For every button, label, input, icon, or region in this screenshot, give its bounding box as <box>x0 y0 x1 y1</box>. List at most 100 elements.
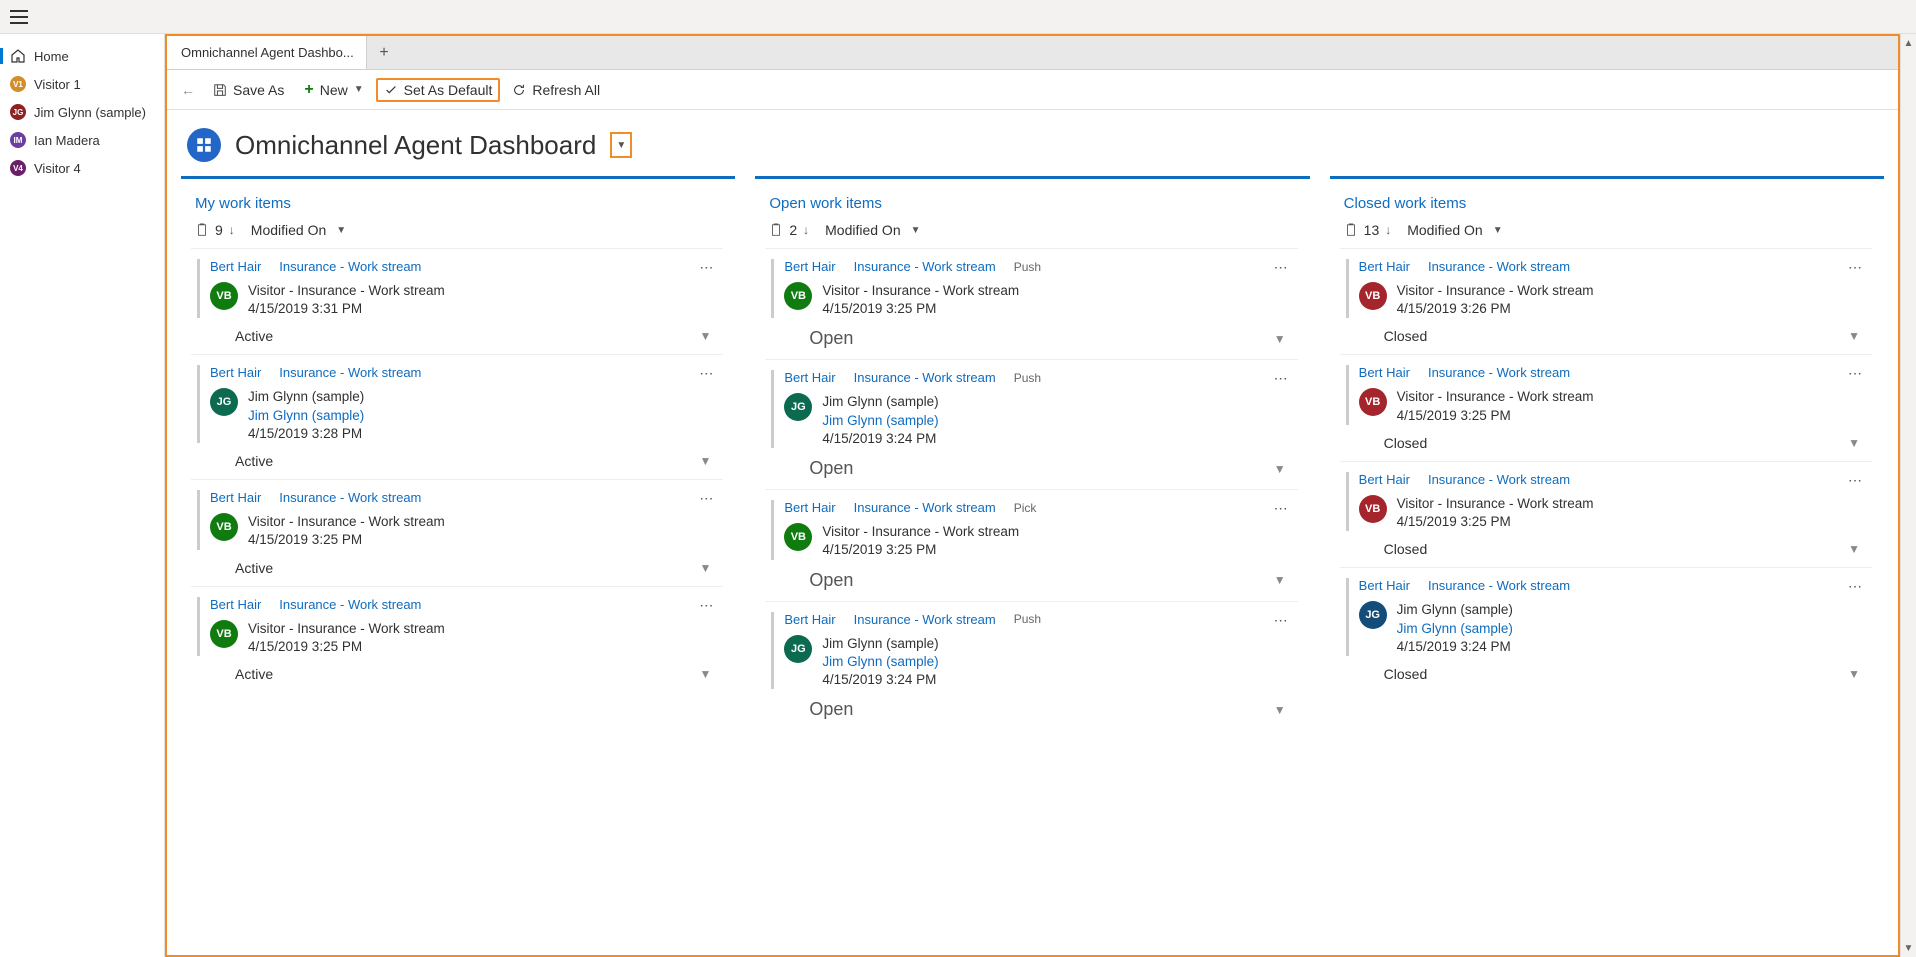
card-owner-link[interactable]: Bert Hair <box>784 259 835 274</box>
card-more-icon[interactable]: ⋯ <box>1274 259 1290 276</box>
card-owner-link[interactable]: Bert Hair <box>1359 259 1410 274</box>
nav-session[interactable]: V1Visitor 1 <box>0 70 164 98</box>
tab-dashboard[interactable]: Omnichannel Agent Dashbo... <box>167 36 367 69</box>
card-more-icon[interactable]: ⋯ <box>699 490 715 507</box>
arrow-down-icon: ↓ <box>1385 223 1391 237</box>
card-owner-link[interactable]: Bert Hair <box>210 597 261 612</box>
new-button[interactable]: + New ▼ <box>296 77 371 103</box>
card-contact-link[interactable]: Jim Glynn (sample) <box>248 407 364 425</box>
card-subject: Jim Glynn (sample) <box>1397 601 1513 619</box>
work-item-card[interactable]: ⋯Bert HairInsurance - Work streamPushJGJ… <box>765 359 1297 489</box>
card-list: ⋯Bert HairInsurance - Work streamVBVisit… <box>1340 248 1874 941</box>
work-item-card[interactable]: ⋯Bert HairInsurance - Work streamJGJim G… <box>1340 567 1872 692</box>
chevron-down-icon[interactable]: ▼ <box>1274 332 1286 346</box>
column-select-toggle[interactable]: 9↓ <box>195 222 235 238</box>
card-more-icon[interactable]: ⋯ <box>1274 612 1290 629</box>
work-item-card[interactable]: ⋯Bert HairInsurance - Work streamVBVisit… <box>1340 248 1872 354</box>
chevron-down-icon[interactable]: ▼ <box>1848 329 1860 343</box>
card-more-icon[interactable]: ⋯ <box>699 365 715 382</box>
avatar-icon: JG <box>10 104 26 120</box>
card-stream-link[interactable]: Insurance - Work stream <box>1428 259 1570 274</box>
work-item-card[interactable]: ⋯Bert HairInsurance - Work streamVBVisit… <box>191 479 723 585</box>
refresh-all-button[interactable]: Refresh All <box>504 78 608 102</box>
chevron-down-icon[interactable]: ▼ <box>1274 462 1286 476</box>
nav-session[interactable]: JGJim Glynn (sample) <box>0 98 164 126</box>
save-as-button[interactable]: Save As <box>205 78 292 102</box>
tab-add-button[interactable]: + <box>367 36 401 69</box>
card-timestamp: 4/15/2019 3:24 PM <box>822 430 938 448</box>
work-item-card[interactable]: ⋯Bert HairInsurance - Work streamJGJim G… <box>191 354 723 479</box>
nav-session[interactable]: V4Visitor 4 <box>0 154 164 182</box>
work-item-card[interactable]: ⋯Bert HairInsurance - Work streamVBVisit… <box>191 248 723 354</box>
column-sort-label: Modified On <box>1407 222 1482 238</box>
card-contact-link[interactable]: Jim Glynn (sample) <box>1397 620 1513 638</box>
card-contact-link[interactable]: Jim Glynn (sample) <box>822 412 938 430</box>
column-select-toggle[interactable]: 2↓ <box>769 222 809 238</box>
card-owner-link[interactable]: Bert Hair <box>210 490 261 505</box>
chevron-down-icon[interactable]: ▼ <box>1274 703 1286 717</box>
set-default-label: Set As Default <box>404 82 493 98</box>
work-item-card[interactable]: ⋯Bert HairInsurance - Work streamVBVisit… <box>1340 354 1872 460</box>
card-more-icon[interactable]: ⋯ <box>1848 259 1864 276</box>
card-more-icon[interactable]: ⋯ <box>699 597 715 614</box>
card-owner-link[interactable]: Bert Hair <box>210 259 261 274</box>
card-stream-link[interactable]: Insurance - Work stream <box>279 259 421 274</box>
card-stream-link[interactable]: Insurance - Work stream <box>279 490 421 505</box>
chevron-down-icon[interactable]: ▼ <box>699 329 711 343</box>
nav-home[interactable]: Home <box>0 42 164 70</box>
card-stream-link[interactable]: Insurance - Work stream <box>1428 365 1570 380</box>
card-more-icon[interactable]: ⋯ <box>1848 365 1864 382</box>
card-more-icon[interactable]: ⋯ <box>1848 578 1864 595</box>
card-stream-link[interactable]: Insurance - Work stream <box>1428 578 1570 593</box>
card-more-icon[interactable]: ⋯ <box>1848 472 1864 489</box>
chevron-down-icon[interactable]: ▼ <box>1274 573 1286 587</box>
card-stream-link[interactable]: Insurance - Work stream <box>279 597 421 612</box>
card-owner-link[interactable]: Bert Hair <box>1359 578 1410 593</box>
card-owner-link[interactable]: Bert Hair <box>1359 472 1410 487</box>
card-more-icon[interactable]: ⋯ <box>1274 500 1290 517</box>
card-stream-link[interactable]: Insurance - Work stream <box>854 370 996 385</box>
column-select-toggle[interactable]: 13↓ <box>1344 222 1392 238</box>
back-icon[interactable]: ← <box>175 82 201 98</box>
column-sort[interactable]: Modified On▼ <box>1407 222 1502 238</box>
work-item-card[interactable]: ⋯Bert HairInsurance - Work streamPushVBV… <box>765 248 1297 359</box>
chevron-down-icon[interactable]: ▼ <box>1848 667 1860 681</box>
chevron-down-icon[interactable]: ▼ <box>1848 436 1860 450</box>
chevron-down-icon[interactable]: ▼ <box>699 561 711 575</box>
card-more-icon[interactable]: ⋯ <box>699 259 715 276</box>
card-contact-link[interactable]: Jim Glynn (sample) <box>822 653 938 671</box>
card-stream-link[interactable]: Insurance - Work stream <box>854 612 996 627</box>
card-status: Open <box>809 328 853 349</box>
scroll-down-icon[interactable]: ▼ <box>1904 943 1913 953</box>
dashboard-picker-chevron[interactable]: ▼ <box>610 132 632 158</box>
chevron-down-icon[interactable]: ▼ <box>699 667 711 681</box>
card-owner-link[interactable]: Bert Hair <box>784 612 835 627</box>
work-item-card[interactable]: ⋯Bert HairInsurance - Work streamPickVBV… <box>765 489 1297 600</box>
card-more-icon[interactable]: ⋯ <box>1274 370 1290 387</box>
column-sort[interactable]: Modified On▼ <box>825 222 920 238</box>
card-tag: Pick <box>1014 501 1037 515</box>
card-status: Open <box>809 458 853 479</box>
column-sort[interactable]: Modified On▼ <box>251 222 346 238</box>
hamburger-menu-icon[interactable] <box>10 10 28 24</box>
refresh-icon <box>512 83 526 97</box>
work-item-card[interactable]: ⋯Bert HairInsurance - Work streamVBVisit… <box>1340 461 1872 567</box>
content-highlight-box: Omnichannel Agent Dashbo... + ← Save As … <box>165 34 1900 957</box>
scroll-up-icon[interactable]: ▲ <box>1904 38 1913 48</box>
card-timestamp: 4/15/2019 3:25 PM <box>1397 513 1594 531</box>
card-owner-link[interactable]: Bert Hair <box>784 500 835 515</box>
card-stream-link[interactable]: Insurance - Work stream <box>1428 472 1570 487</box>
set-default-button[interactable]: Set As Default <box>376 78 501 102</box>
card-owner-link[interactable]: Bert Hair <box>784 370 835 385</box>
card-stream-link[interactable]: Insurance - Work stream <box>279 365 421 380</box>
card-stream-link[interactable]: Insurance - Work stream <box>854 500 996 515</box>
work-item-card[interactable]: ⋯Bert HairInsurance - Work streamPushJGJ… <box>765 601 1297 731</box>
chevron-down-icon[interactable]: ▼ <box>699 454 711 468</box>
scrollbar[interactable]: ▲ ▼ <box>1900 34 1916 957</box>
card-stream-link[interactable]: Insurance - Work stream <box>854 259 996 274</box>
card-owner-link[interactable]: Bert Hair <box>210 365 261 380</box>
work-item-card[interactable]: ⋯Bert HairInsurance - Work streamVBVisit… <box>191 586 723 692</box>
chevron-down-icon[interactable]: ▼ <box>1848 542 1860 556</box>
nav-session[interactable]: IMIan Madera <box>0 126 164 154</box>
card-owner-link[interactable]: Bert Hair <box>1359 365 1410 380</box>
